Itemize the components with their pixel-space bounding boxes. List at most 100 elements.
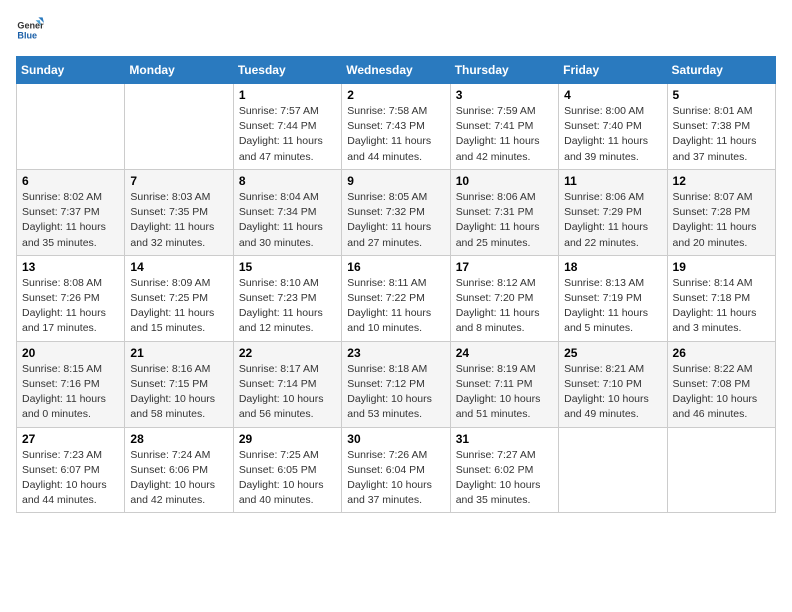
day-info: Sunrise: 8:01 AMSunset: 7:38 PMDaylight:… bbox=[673, 104, 770, 165]
calendar-cell bbox=[125, 84, 233, 170]
day-info: Sunrise: 8:18 AMSunset: 7:12 PMDaylight:… bbox=[347, 362, 444, 423]
day-number: 6 bbox=[22, 174, 119, 188]
day-number: 15 bbox=[239, 260, 336, 274]
day-number: 21 bbox=[130, 346, 227, 360]
calendar-cell: 10 Sunrise: 8:06 AMSunset: 7:31 PMDayligh… bbox=[450, 169, 558, 255]
day-info: Sunrise: 7:23 AMSunset: 6:07 PMDaylight:… bbox=[22, 448, 119, 509]
day-number: 13 bbox=[22, 260, 119, 274]
day-info: Sunrise: 7:57 AMSunset: 7:44 PMDaylight:… bbox=[239, 104, 336, 165]
day-info: Sunrise: 8:15 AMSunset: 7:16 PMDaylight:… bbox=[22, 362, 119, 423]
day-info: Sunrise: 8:09 AMSunset: 7:25 PMDaylight:… bbox=[130, 276, 227, 337]
calendar-cell: 1 Sunrise: 7:57 AMSunset: 7:44 PMDaylight… bbox=[233, 84, 341, 170]
day-number: 18 bbox=[564, 260, 661, 274]
day-number: 4 bbox=[564, 88, 661, 102]
day-info: Sunrise: 7:26 AMSunset: 6:04 PMDaylight:… bbox=[347, 448, 444, 509]
day-number: 24 bbox=[456, 346, 553, 360]
calendar-cell: 24 Sunrise: 8:19 AMSunset: 7:11 PMDayligh… bbox=[450, 341, 558, 427]
day-info: Sunrise: 8:11 AMSunset: 7:22 PMDaylight:… bbox=[347, 276, 444, 337]
day-info: Sunrise: 8:06 AMSunset: 7:31 PMDaylight:… bbox=[456, 190, 553, 251]
calendar-cell: 9 Sunrise: 8:05 AMSunset: 7:32 PMDaylight… bbox=[342, 169, 450, 255]
calendar-cell: 29 Sunrise: 7:25 AMSunset: 6:05 PMDayligh… bbox=[233, 427, 341, 513]
day-number: 8 bbox=[239, 174, 336, 188]
day-info: Sunrise: 8:05 AMSunset: 7:32 PMDaylight:… bbox=[347, 190, 444, 251]
calendar-cell: 6 Sunrise: 8:02 AMSunset: 7:37 PMDaylight… bbox=[17, 169, 125, 255]
day-info: Sunrise: 8:19 AMSunset: 7:11 PMDaylight:… bbox=[456, 362, 553, 423]
calendar: SundayMondayTuesdayWednesdayThursdayFrid… bbox=[16, 56, 776, 513]
day-info: Sunrise: 8:10 AMSunset: 7:23 PMDaylight:… bbox=[239, 276, 336, 337]
day-number: 29 bbox=[239, 432, 336, 446]
day-number: 19 bbox=[673, 260, 770, 274]
header: General Blue bbox=[16, 16, 776, 44]
day-number: 23 bbox=[347, 346, 444, 360]
day-info: Sunrise: 8:14 AMSunset: 7:18 PMDaylight:… bbox=[673, 276, 770, 337]
calendar-cell: 7Sunrise: 8:03 AMSunset: 7:35 PMDaylight… bbox=[125, 169, 233, 255]
day-number: 25 bbox=[564, 346, 661, 360]
calendar-cell: 30 Sunrise: 7:26 AMSunset: 6:04 PMDayligh… bbox=[342, 427, 450, 513]
day-number: 5 bbox=[673, 88, 770, 102]
calendar-cell: 13 Sunrise: 8:08 AMSunset: 7:26 PMDayligh… bbox=[17, 255, 125, 341]
day-info: Sunrise: 8:13 AMSunset: 7:19 PMDaylight:… bbox=[564, 276, 661, 337]
calendar-cell bbox=[667, 427, 775, 513]
day-number: 20 bbox=[22, 346, 119, 360]
calendar-cell: 16 Sunrise: 8:11 AMSunset: 7:22 PMDayligh… bbox=[342, 255, 450, 341]
calendar-cell: 31Sunrise: 7:27 AMSunset: 6:02 PMDayligh… bbox=[450, 427, 558, 513]
calendar-cell: 23 Sunrise: 8:18 AMSunset: 7:12 PMDayligh… bbox=[342, 341, 450, 427]
day-number: 12 bbox=[673, 174, 770, 188]
day-number: 30 bbox=[347, 432, 444, 446]
calendar-cell: 25 Sunrise: 8:21 AMSunset: 7:10 PMDayligh… bbox=[559, 341, 667, 427]
calendar-cell: 28Sunrise: 7:24 AMSunset: 6:06 PMDayligh… bbox=[125, 427, 233, 513]
calendar-cell: 14Sunrise: 8:09 AMSunset: 7:25 PMDayligh… bbox=[125, 255, 233, 341]
day-number: 27 bbox=[22, 432, 119, 446]
day-info: Sunrise: 8:02 AMSunset: 7:37 PMDaylight:… bbox=[22, 190, 119, 251]
day-number: 16 bbox=[347, 260, 444, 274]
logo: General Blue bbox=[16, 16, 48, 44]
calendar-cell: 2 Sunrise: 7:58 AMSunset: 7:43 PMDaylight… bbox=[342, 84, 450, 170]
logo-icon: General Blue bbox=[16, 16, 44, 44]
day-number: 10 bbox=[456, 174, 553, 188]
calendar-cell bbox=[559, 427, 667, 513]
weekday-header-friday: Friday bbox=[559, 57, 667, 84]
day-info: Sunrise: 8:00 AMSunset: 7:40 PMDaylight:… bbox=[564, 104, 661, 165]
calendar-cell: 8 Sunrise: 8:04 AMSunset: 7:34 PMDaylight… bbox=[233, 169, 341, 255]
svg-text:Blue: Blue bbox=[17, 30, 37, 40]
calendar-cell: 4 Sunrise: 8:00 AMSunset: 7:40 PMDaylight… bbox=[559, 84, 667, 170]
day-number: 9 bbox=[347, 174, 444, 188]
day-info: Sunrise: 8:03 AMSunset: 7:35 PMDaylight:… bbox=[130, 190, 227, 251]
calendar-cell: 17 Sunrise: 8:12 AMSunset: 7:20 PMDayligh… bbox=[450, 255, 558, 341]
day-number: 26 bbox=[673, 346, 770, 360]
calendar-cell: 15 Sunrise: 8:10 AMSunset: 7:23 PMDayligh… bbox=[233, 255, 341, 341]
day-info: Sunrise: 8:04 AMSunset: 7:34 PMDaylight:… bbox=[239, 190, 336, 251]
calendar-cell: 20 Sunrise: 8:15 AMSunset: 7:16 PMDayligh… bbox=[17, 341, 125, 427]
calendar-cell: 19 Sunrise: 8:14 AMSunset: 7:18 PMDayligh… bbox=[667, 255, 775, 341]
calendar-cell: 22 Sunrise: 8:17 AMSunset: 7:14 PMDayligh… bbox=[233, 341, 341, 427]
calendar-cell: 21 Sunrise: 8:16 AMSunset: 7:15 PMDayligh… bbox=[125, 341, 233, 427]
day-info: Sunrise: 8:06 AMSunset: 7:29 PMDaylight:… bbox=[564, 190, 661, 251]
day-info: Sunrise: 8:16 AMSunset: 7:15 PMDaylight:… bbox=[130, 362, 227, 423]
day-number: 2 bbox=[347, 88, 444, 102]
day-info: Sunrise: 8:21 AMSunset: 7:10 PMDaylight:… bbox=[564, 362, 661, 423]
weekday-header-wednesday: Wednesday bbox=[342, 57, 450, 84]
calendar-cell: 3Sunrise: 7:59 AMSunset: 7:41 PMDaylight… bbox=[450, 84, 558, 170]
day-info: Sunrise: 8:07 AMSunset: 7:28 PMDaylight:… bbox=[673, 190, 770, 251]
day-info: Sunrise: 7:25 AMSunset: 6:05 PMDaylight:… bbox=[239, 448, 336, 509]
day-number: 17 bbox=[456, 260, 553, 274]
weekday-header-tuesday: Tuesday bbox=[233, 57, 341, 84]
day-info: Sunrise: 7:58 AMSunset: 7:43 PMDaylight:… bbox=[347, 104, 444, 165]
day-info: Sunrise: 8:17 AMSunset: 7:14 PMDaylight:… bbox=[239, 362, 336, 423]
weekday-header-sunday: Sunday bbox=[17, 57, 125, 84]
weekday-header-monday: Monday bbox=[125, 57, 233, 84]
calendar-cell: 5 Sunrise: 8:01 AMSunset: 7:38 PMDaylight… bbox=[667, 84, 775, 170]
day-info: Sunrise: 8:08 AMSunset: 7:26 PMDaylight:… bbox=[22, 276, 119, 337]
day-number: 11 bbox=[564, 174, 661, 188]
weekday-header-thursday: Thursday bbox=[450, 57, 558, 84]
day-number: 22 bbox=[239, 346, 336, 360]
day-number: 31 bbox=[456, 432, 553, 446]
calendar-cell: 11 Sunrise: 8:06 AMSunset: 7:29 PMDayligh… bbox=[559, 169, 667, 255]
day-number: 1 bbox=[239, 88, 336, 102]
day-number: 3 bbox=[456, 88, 553, 102]
calendar-cell: 12 Sunrise: 8:07 AMSunset: 7:28 PMDayligh… bbox=[667, 169, 775, 255]
calendar-cell: 26Sunrise: 8:22 AMSunset: 7:08 PMDayligh… bbox=[667, 341, 775, 427]
calendar-cell: 18 Sunrise: 8:13 AMSunset: 7:19 PMDayligh… bbox=[559, 255, 667, 341]
calendar-cell: 27 Sunrise: 7:23 AMSunset: 6:07 PMDayligh… bbox=[17, 427, 125, 513]
day-info: Sunrise: 8:12 AMSunset: 7:20 PMDaylight:… bbox=[456, 276, 553, 337]
